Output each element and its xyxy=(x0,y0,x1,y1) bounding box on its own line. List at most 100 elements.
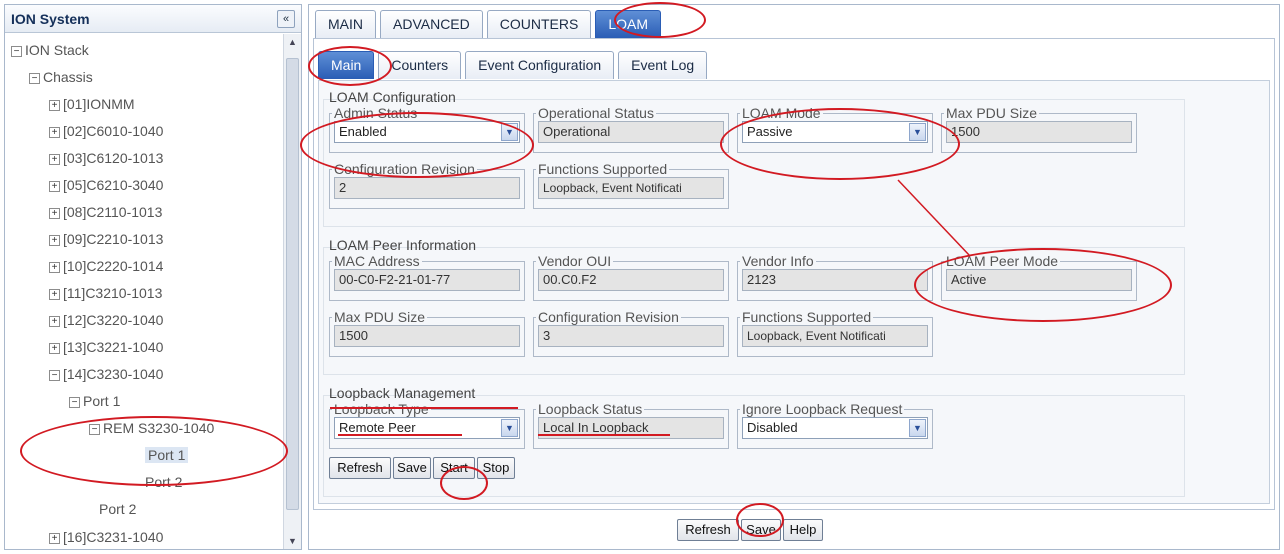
operational-status-value: Operational xyxy=(538,121,724,143)
tree-node-slot-14[interactable]: − [14]C3230-1040 xyxy=(49,364,163,384)
expand-icon[interactable]: + xyxy=(49,153,60,165)
expand-icon[interactable]: + xyxy=(49,288,60,300)
scroll-up-icon[interactable]: ▲ xyxy=(284,34,301,50)
tab-loam[interactable]: LOAM xyxy=(595,10,662,38)
collapse-icon[interactable]: − xyxy=(11,45,22,57)
chevron-down-icon[interactable]: ▼ xyxy=(501,123,518,141)
collapse-panel-icon[interactable]: « xyxy=(277,10,295,28)
collapse-icon[interactable]: − xyxy=(69,396,80,408)
ignore-loopback-select[interactable]: Disabled ▼ xyxy=(742,417,928,439)
tree-node-port-2[interactable]: Port 2 xyxy=(99,499,136,519)
peer-max-pdu-group: Max PDU Size 1500 xyxy=(329,309,525,357)
loam-main-content: LOAM Configuration Admin Status Enabled … xyxy=(318,80,1270,504)
loam-mode-group: LOAM Mode Passive ▼ xyxy=(737,105,933,153)
expand-icon[interactable]: + xyxy=(49,180,60,192)
expand-icon[interactable]: + xyxy=(49,315,60,327)
expand-icon[interactable]: + xyxy=(49,126,60,138)
collapse-icon[interactable]: − xyxy=(89,423,100,435)
tree-node-rem-port-2[interactable]: Port 2 xyxy=(145,472,182,492)
subtab-counters[interactable]: Counters xyxy=(378,51,462,79)
loam-tab-panel: Main Counters Event Configuration Event … xyxy=(313,38,1275,510)
tab-counters[interactable]: COUNTERS xyxy=(486,10,592,38)
tree-node-slot-11[interactable]: + [11]C3210-1013 xyxy=(49,283,162,303)
peer-config-revision-value: 3 xyxy=(538,325,724,347)
config-revision-value: 2 xyxy=(334,177,520,199)
expand-icon[interactable]: + xyxy=(49,261,60,273)
tree-node-slot-03[interactable]: + [03]C6120-1013 xyxy=(49,148,163,168)
operational-status-group: Operational Status Operational xyxy=(533,105,729,153)
functions-supported-value: Loopback, Event Notificati xyxy=(538,177,724,199)
sub-tab-bar: Main Counters Event Configuration Event … xyxy=(318,51,711,79)
help-button[interactable]: Help xyxy=(783,519,823,541)
loopback-refresh-button[interactable]: Refresh xyxy=(329,457,391,479)
tree-node-slot-10[interactable]: + [10]C2220-1014 xyxy=(49,256,163,276)
functions-supported-group: Functions Supported Loopback, Event Noti… xyxy=(533,161,729,209)
tree-scrollbar[interactable]: ▲ ▼ xyxy=(283,34,301,549)
scrollbar-thumb[interactable] xyxy=(286,58,299,510)
tree-node-port-1[interactable]: − Port 1 xyxy=(69,391,120,411)
tree-panel-header: ION System xyxy=(5,5,301,33)
loopback-stop-button[interactable]: Stop xyxy=(477,457,515,479)
main-tab-bar: MAIN ADVANCED COUNTERS LOAM xyxy=(315,10,665,38)
vendor-oui-group: Vendor OUI 00.C0.F2 xyxy=(533,253,729,301)
tab-main[interactable]: MAIN xyxy=(315,10,376,38)
vendor-oui-value: 00.C0.F2 xyxy=(538,269,724,291)
ignore-loopback-group: Ignore Loopback Request Disabled ▼ xyxy=(737,401,933,449)
tree-node-ion-stack[interactable]: − ION Stack xyxy=(11,40,89,60)
tree-node-slot-16[interactable]: + [16]C3231-1040 xyxy=(49,527,163,547)
expand-icon[interactable]: + xyxy=(49,234,60,246)
expand-icon[interactable]: + xyxy=(49,99,60,111)
tree-node-slot-09[interactable]: + [09]C2210-1013 xyxy=(49,229,163,249)
admin-status-group: Admin Status Enabled ▼ xyxy=(329,105,525,153)
loopback-status-value: Local In Loopback xyxy=(538,417,724,439)
loam-peer-title: LOAM Peer Information xyxy=(329,237,477,253)
vendor-info-value: 2123 xyxy=(742,269,928,291)
loopback-type-group: Loopback Type Remote Peer ▼ xyxy=(329,401,525,449)
loam-peer-mode-value: Active xyxy=(946,269,1132,291)
loopback-start-button[interactable]: Start xyxy=(433,457,475,479)
tree-node-slot-05[interactable]: + [05]C6210-3040 xyxy=(49,175,163,195)
chevron-down-icon[interactable]: ▼ xyxy=(909,123,926,141)
tree-node-slot-08[interactable]: + [08]C2110-1013 xyxy=(49,202,162,222)
refresh-button[interactable]: Refresh xyxy=(677,519,739,541)
tree-node-slot-01[interactable]: + [01]IONMM xyxy=(49,94,135,114)
loopback-status-group: Loopback Status Local In Loopback xyxy=(533,401,729,449)
tree-node-slot-13[interactable]: + [13]C3221-1040 xyxy=(49,337,163,357)
expand-icon[interactable]: + xyxy=(49,532,60,544)
device-tree: − ION Stack − Chassis + [01]IONMM + [02]C601… xyxy=(5,34,283,549)
bottom-button-bar: Refresh Save Help xyxy=(309,511,1279,549)
loopback-type-select[interactable]: Remote Peer ▼ xyxy=(334,417,520,439)
port-settings-panel: MAIN ADVANCED COUNTERS LOAM Main Counter… xyxy=(308,4,1280,550)
scroll-down-icon[interactable]: ▼ xyxy=(284,533,301,549)
chevron-down-icon[interactable]: ▼ xyxy=(909,419,926,437)
expand-icon[interactable]: + xyxy=(49,342,60,354)
subtab-event-log[interactable]: Event Log xyxy=(618,51,708,79)
peer-config-revision-group: Configuration Revision 3 xyxy=(533,309,729,357)
tree-node-chassis[interactable]: − Chassis xyxy=(29,67,93,87)
chevron-down-icon[interactable]: ▼ xyxy=(501,419,518,437)
tree-node-slot-02[interactable]: + [02]C6010-1040 xyxy=(49,121,163,141)
max-pdu-value: 1500 xyxy=(946,121,1132,143)
loopback-save-button[interactable]: Save xyxy=(393,457,431,479)
save-button[interactable]: Save xyxy=(741,519,781,541)
vendor-info-group: Vendor Info 2123 xyxy=(737,253,933,301)
collapse-icon[interactable]: − xyxy=(29,72,40,84)
loam-mode-select[interactable]: Passive ▼ xyxy=(742,121,928,143)
tree-panel-title: ION System xyxy=(11,10,90,27)
subtab-event-configuration[interactable]: Event Configuration xyxy=(465,51,615,79)
tree-node-rem-device[interactable]: − REM S3230-1040 xyxy=(89,418,214,438)
loopback-title: Loopback Management xyxy=(329,385,476,401)
device-tree-panel: ION System « − ION Stack − Chassis + [01]IO… xyxy=(4,4,302,550)
loam-config-title: LOAM Configuration xyxy=(329,89,456,105)
tree-node-slot-12[interactable]: + [12]C3220-1040 xyxy=(49,310,163,330)
subtab-main[interactable]: Main xyxy=(318,51,375,79)
admin-status-select[interactable]: Enabled ▼ xyxy=(334,121,520,143)
peer-functions-supported-value: Loopback, Event Notificati xyxy=(742,325,928,347)
expand-icon[interactable]: + xyxy=(49,207,60,219)
mac-address-value: 00-C0-F2-21-01-77 xyxy=(334,269,520,291)
tab-advanced[interactable]: ADVANCED xyxy=(380,10,483,38)
mac-address-group: MAC Address 00-C0-F2-21-01-77 xyxy=(329,253,525,301)
peer-max-pdu-value: 1500 xyxy=(334,325,520,347)
collapse-icon[interactable]: − xyxy=(49,369,60,381)
tree-node-rem-port-1[interactable]: Port 1 xyxy=(145,445,189,465)
